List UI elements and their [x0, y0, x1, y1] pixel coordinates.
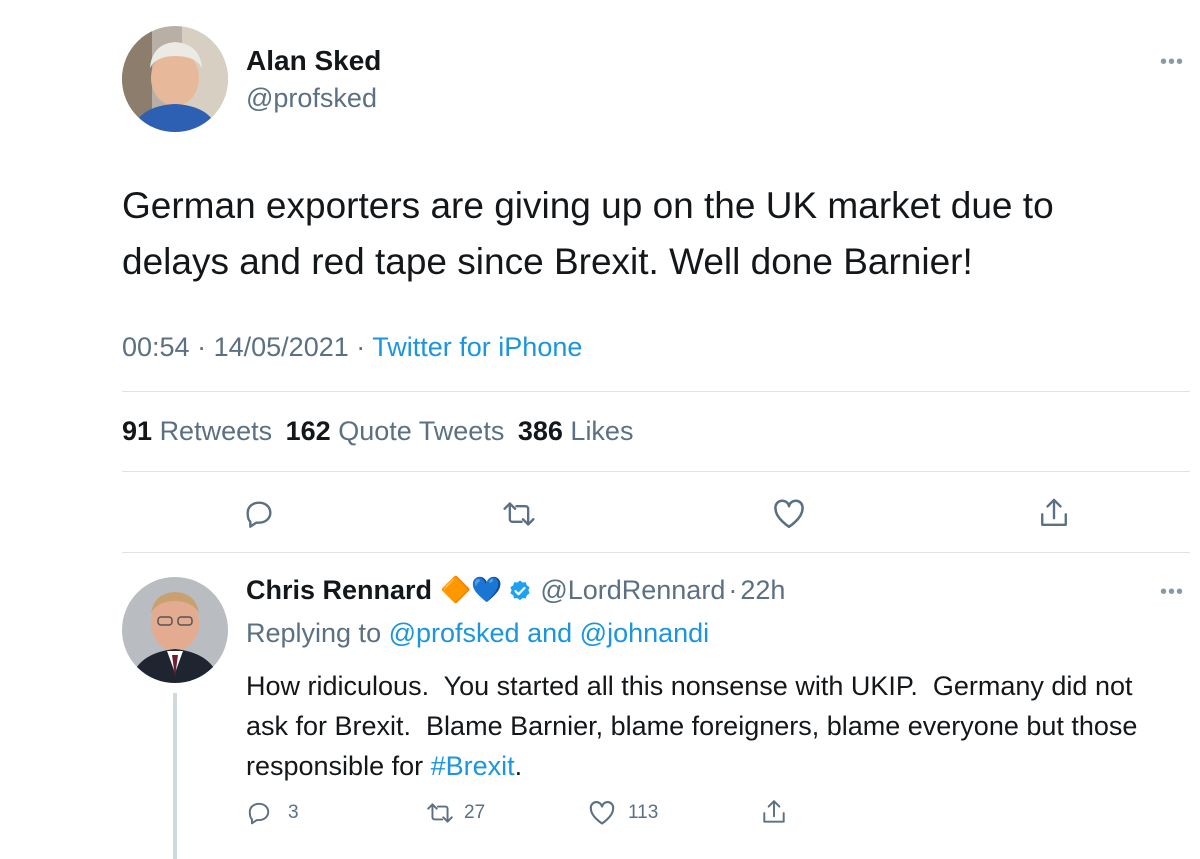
- retweets-label: Retweets: [159, 416, 273, 446]
- tweet-date[interactable]: 14/05/2021: [214, 332, 349, 362]
- quotes-stat[interactable]: 162 Quote Tweets: [286, 416, 512, 446]
- retweets-stat[interactable]: 91 Retweets: [122, 416, 280, 446]
- likes-stat[interactable]: 386 Likes: [518, 416, 634, 446]
- retweet-icon: [503, 502, 535, 526]
- author-avatar[interactable]: [122, 26, 228, 132]
- divider: [122, 552, 1190, 553]
- quotes-label: Quote Tweets: [338, 416, 505, 446]
- tweet-time[interactable]: 00:54: [122, 332, 190, 362]
- like-count: 113: [628, 802, 659, 823]
- reply-author-name[interactable]: Chris Rennard: [246, 575, 432, 606]
- reply-author-handle[interactable]: @LordRennard: [540, 575, 725, 606]
- reply-header: Chris Rennard 🔶💙 @LordRennard · 22h: [246, 575, 785, 606]
- share-icon: [763, 800, 785, 823]
- author-name[interactable]: Alan Sked: [246, 45, 381, 77]
- like-button[interactable]: [772, 498, 806, 530]
- reply-icon: [246, 501, 272, 528]
- tweet-stats: 91 Retweets 162 Quote Tweets 386 Likes: [122, 416, 633, 447]
- retweet-icon: [427, 803, 453, 823]
- replying-to-prefix: Replying to: [246, 618, 382, 648]
- more-options-icon[interactable]: •••: [1160, 52, 1184, 72]
- reply-age[interactable]: 22h: [740, 575, 785, 606]
- diamond-heart-emoji-icon: 🔶💙: [440, 576, 503, 604]
- meta-separator: ·: [197, 332, 207, 362]
- tweet-text: German exporters are giving up on the UK…: [122, 185, 1054, 282]
- like-icon: [774, 499, 804, 529]
- reply-reply-button[interactable]: 3: [246, 800, 299, 826]
- likes-count: 386: [517, 416, 563, 446]
- replying-user-link[interactable]: @profsked: [389, 618, 520, 648]
- meta-separator: ·: [356, 332, 366, 362]
- share-icon: [1041, 498, 1067, 526]
- retweet-count: 27: [464, 802, 486, 823]
- share-button[interactable]: [1038, 496, 1070, 530]
- meta-separator: ·: [728, 575, 738, 605]
- likes-label: Likes: [570, 416, 634, 446]
- reply-author-avatar[interactable]: [122, 577, 228, 683]
- reply-text-main: How ridiculous. You started all this non…: [246, 671, 1145, 781]
- replying-to: Replying to @profsked and @johnandi: [246, 618, 709, 649]
- hashtag-link[interactable]: #Brexit: [431, 751, 515, 781]
- reply-text-end: .: [514, 751, 523, 781]
- reply-text: How ridiculous. You started all this non…: [246, 666, 1181, 786]
- reply-retweet-button[interactable]: 27: [426, 800, 485, 826]
- verified-badge-icon: [508, 579, 532, 603]
- reply-like-button[interactable]: 113: [588, 800, 658, 826]
- replying-user-link[interactable]: @johnandi: [580, 618, 710, 648]
- tweet-source-link[interactable]: Twitter for iPhone: [372, 332, 582, 362]
- reply-count: 3: [288, 802, 299, 823]
- divider: [122, 391, 1190, 392]
- reply-share-button[interactable]: [761, 798, 787, 831]
- reply-more-options-icon[interactable]: •••: [1160, 582, 1184, 602]
- author-handle[interactable]: @profsked: [246, 83, 377, 114]
- retweet-button[interactable]: [502, 498, 536, 530]
- like-icon: [589, 801, 615, 825]
- thread-line: [173, 693, 177, 859]
- divider: [122, 471, 1190, 472]
- tweet-meta: 00:54 · 14/05/2021 · Twitter for iPhone: [122, 332, 582, 363]
- replying-and: and: [527, 618, 573, 648]
- reply-button[interactable]: [243, 498, 275, 530]
- quotes-count: 162: [285, 416, 331, 446]
- retweets-count: 91: [122, 416, 153, 446]
- reply-icon: [248, 802, 270, 825]
